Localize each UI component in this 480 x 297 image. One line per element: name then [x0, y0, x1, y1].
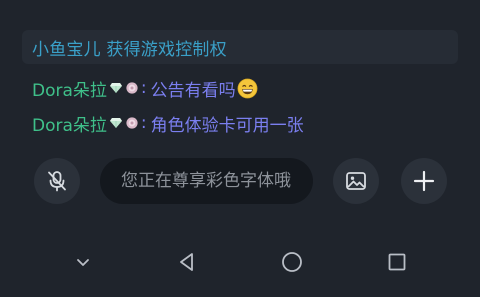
hide-keyboard-button[interactable] — [67, 246, 99, 278]
more-options-button[interactable] — [401, 158, 447, 204]
diamond-badge-icon — [109, 118, 122, 128]
mic-off-icon — [48, 171, 66, 192]
chat-message-text: 角色体验卡可用一张 — [150, 115, 304, 136]
chat-username[interactable]: Dora朵拉 — [32, 111, 107, 136]
home-circle-icon — [282, 252, 302, 272]
flower-badge-icon — [126, 117, 138, 129]
chat-message-input[interactable] — [100, 158, 313, 204]
chat-message[interactable]: Dora朵拉 : 公告有看吗 — [32, 76, 258, 101]
chevron-down-icon — [77, 259, 89, 266]
system-navigation-bar — [0, 236, 480, 286]
send-image-button[interactable] — [333, 158, 379, 204]
home-button[interactable] — [276, 246, 308, 278]
diamond-badge-icon — [109, 83, 122, 93]
back-button[interactable] — [171, 246, 203, 278]
voice-input-button[interactable] — [34, 158, 80, 204]
chat-message-text: 公告有看吗 — [150, 80, 236, 101]
recent-apps-button[interactable] — [381, 246, 413, 278]
chat-input-bar — [0, 156, 480, 206]
image-icon — [346, 172, 366, 190]
plus-icon — [413, 170, 435, 192]
back-triangle-icon — [180, 253, 193, 271]
flower-badge-icon — [126, 82, 138, 94]
chat-colon: : — [140, 78, 147, 98]
system-notification: 小鱼宝儿 获得游戏控制权 — [22, 30, 458, 64]
recent-apps-square-icon — [388, 253, 406, 271]
chat-username[interactable]: Dora朵拉 — [32, 76, 107, 101]
chat-message[interactable]: Dora朵拉 : 角色体验卡可用一张 — [32, 111, 304, 136]
live-room-chat-screen: 小鱼宝儿 获得游戏控制权 Dora朵拉 : 公告有看吗 Dora朵拉: 角色体… — [0, 0, 480, 297]
grinning-face-icon — [237, 78, 258, 98]
system-notification-text: 小鱼宝儿 获得游戏控制权 — [32, 39, 227, 60]
chat-colon: : — [140, 113, 147, 133]
